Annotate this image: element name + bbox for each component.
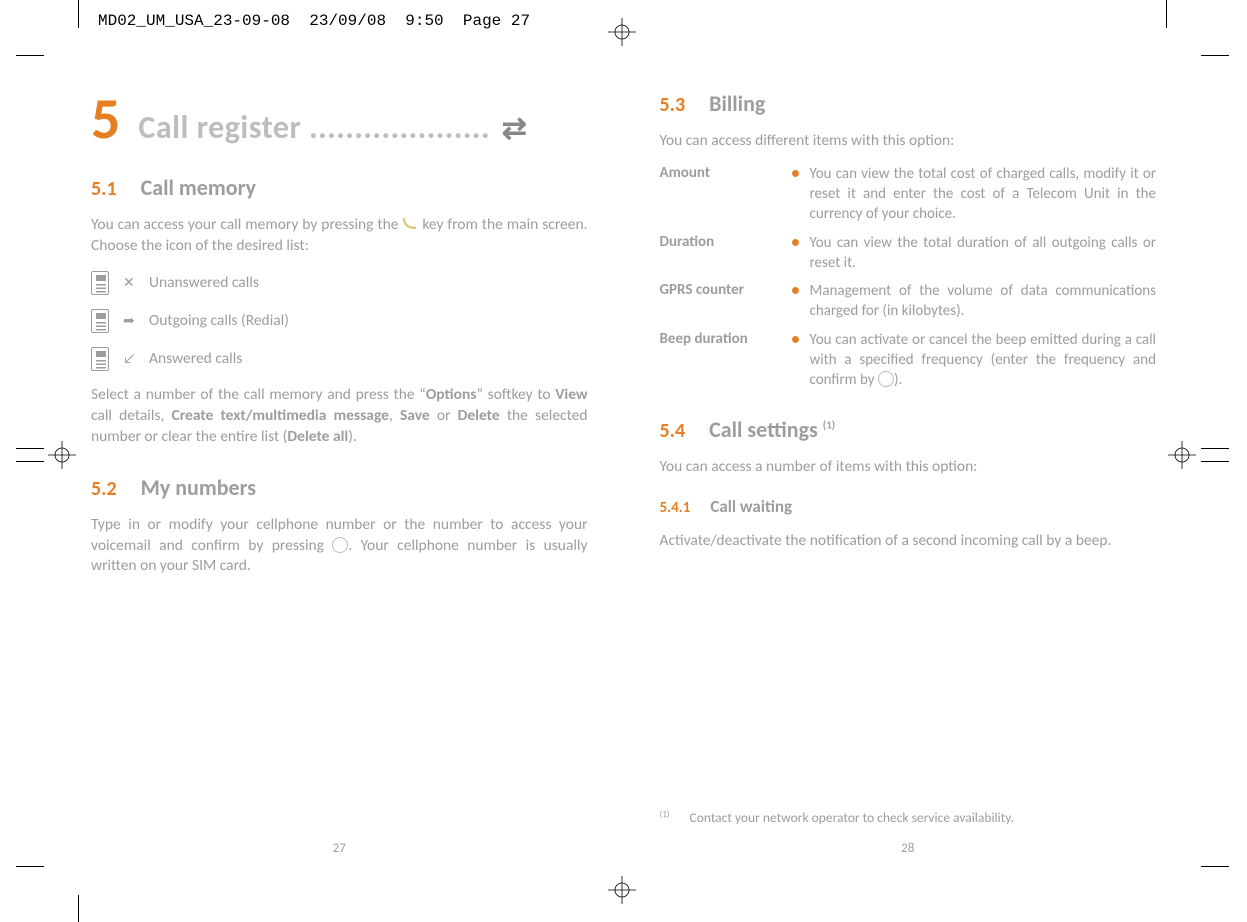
registration-mark-icon xyxy=(608,18,636,46)
text-fragment: , xyxy=(389,406,400,425)
bold-text: Options xyxy=(426,385,477,404)
chapter-title-text: Call register .................... xyxy=(138,108,490,147)
registration-mark-icon xyxy=(608,876,636,904)
definition-list: Amount • You can view the total cost of … xyxy=(660,164,1157,391)
ok-key-icon xyxy=(878,371,894,387)
crop-mark xyxy=(78,0,79,28)
subsection-number: 5.4.1 xyxy=(660,499,691,517)
crop-mark xyxy=(16,461,44,462)
dl-amount: Amount • You can view the total cost of … xyxy=(660,164,1157,225)
term: GPRS counter xyxy=(660,281,784,322)
text-fragment: You can activate or cancel the beep emit… xyxy=(810,331,1157,390)
section-number: 5.1 xyxy=(91,177,117,201)
body-text: You can access your call memory by press… xyxy=(91,215,588,257)
bold-text: Create text/multimedia message xyxy=(172,406,389,425)
body-text: You can access a number of items with th… xyxy=(660,457,1157,478)
bullet-icon: • xyxy=(792,281,802,322)
footnote-ref: (1) xyxy=(823,419,835,432)
definition: You can view the total cost of charged c… xyxy=(810,164,1157,225)
page-spread: 5 Call register .................... ⇄ 5… xyxy=(85,86,1162,862)
text-fragment: or xyxy=(430,406,458,425)
dl-gprs: GPRS counter • Management of the volume … xyxy=(660,281,1157,322)
text-fragment: call details, xyxy=(91,406,172,425)
body-text: You can access different items with this… xyxy=(660,131,1157,152)
outgoing-arrow-icon: ➦ xyxy=(123,312,135,329)
section-5-2: 5.2 My numbers xyxy=(91,474,588,501)
text-fragment: ” softkey to xyxy=(476,385,555,404)
section-title: Call settings (1) xyxy=(709,416,835,443)
text-fragment: ). xyxy=(894,371,902,389)
text-fragment: ). xyxy=(348,427,357,446)
list-label: Outgoing calls (Redial) xyxy=(149,311,289,330)
section-5-4: 5.4 Call settings (1) xyxy=(660,416,1157,443)
list-label: Answered calls xyxy=(149,349,242,368)
list-item-outgoing: ➦ Outgoing calls (Redial) xyxy=(91,309,588,333)
body-text: Activate/deactivate the notification of … xyxy=(660,531,1157,552)
ok-key-icon xyxy=(332,537,348,553)
incoming-arrow-icon: ↙ xyxy=(123,350,135,367)
page-right: 5.3 Billing You can access different ite… xyxy=(654,86,1163,862)
bold-text: Save xyxy=(400,406,430,425)
crop-mark xyxy=(1166,0,1167,28)
phone-icon xyxy=(91,271,109,295)
crop-mark xyxy=(1201,448,1229,449)
crop-mark xyxy=(78,895,79,922)
body-text: Type in or modify your cellphone number … xyxy=(91,515,588,578)
bold-text: Delete xyxy=(458,406,500,425)
section-number: 5.4 xyxy=(660,419,686,443)
crop-mark xyxy=(1201,55,1229,56)
footnote-text: Contact your network operator to check s… xyxy=(690,809,1014,826)
text-fragment: You can access your call memory by press… xyxy=(91,215,402,234)
bullet-icon: • xyxy=(792,233,802,274)
bold-text: Delete all xyxy=(287,427,348,446)
bullet-icon: • xyxy=(792,330,802,391)
dl-beep: Beep duration • You can activate or canc… xyxy=(660,330,1157,391)
term: Beep duration xyxy=(660,330,784,391)
definition: You can view the total duration of all o… xyxy=(810,233,1157,274)
swap-arrows-icon: ⇄ xyxy=(502,110,528,147)
print-slug: MD02_UM_USA_23-09-08 23/09/08 9:50 Page … xyxy=(98,12,530,30)
list-item-answered: ↙ Answered calls xyxy=(91,347,588,371)
softkey-icon xyxy=(402,215,418,231)
definition: Management of the volume of data communi… xyxy=(810,281,1157,322)
phone-icon xyxy=(91,347,109,371)
missed-icon: ✕ xyxy=(123,274,135,291)
subsection-title: Call waiting xyxy=(710,496,792,517)
registration-mark-icon xyxy=(48,441,76,469)
section-number: 5.2 xyxy=(91,477,117,501)
bold-text: View xyxy=(555,385,587,404)
crop-mark xyxy=(1201,866,1229,867)
section-5-3: 5.3 Billing xyxy=(660,90,1157,117)
bullet-icon: • xyxy=(792,164,802,225)
crop-mark xyxy=(16,448,44,449)
footnote-marker: (1) xyxy=(660,809,670,826)
section-title: Billing xyxy=(709,90,765,117)
term: Duration xyxy=(660,233,784,274)
section-number: 5.3 xyxy=(660,93,686,117)
chapter-heading: 5 Call register .................... ⇄ xyxy=(91,90,588,148)
footnote: (1) Contact your network operator to che… xyxy=(660,809,1157,826)
registration-mark-icon xyxy=(1168,441,1196,469)
dl-duration: Duration • You can view the total durati… xyxy=(660,233,1157,274)
subsection-5-4-1: 5.4.1 Call waiting xyxy=(660,496,1157,517)
section-title: My numbers xyxy=(141,474,256,501)
chapter-title: Call register .................... ⇄ xyxy=(138,108,527,147)
crop-mark xyxy=(16,866,44,867)
text-fragment: Call settings xyxy=(709,416,823,443)
term: Amount xyxy=(660,164,784,225)
definition: You can activate or cancel the beep emit… xyxy=(810,330,1157,391)
section-5-1: 5.1 Call memory xyxy=(91,174,588,201)
page-number: 28 xyxy=(654,841,1163,856)
section-title: Call memory xyxy=(141,174,256,201)
crop-mark xyxy=(1201,461,1229,462)
body-text: Select a number of the call memory and p… xyxy=(91,385,588,448)
phone-icon xyxy=(91,309,109,333)
text-fragment: Select a number of the call memory and p… xyxy=(91,385,426,404)
page-number: 27 xyxy=(85,841,594,856)
crop-mark xyxy=(16,55,44,56)
chapter-number: 5 xyxy=(91,90,120,148)
list-item-unanswered: ✕ Unanswered calls xyxy=(91,271,588,295)
list-label: Unanswered calls xyxy=(149,273,259,292)
page-left: 5 Call register .................... ⇄ 5… xyxy=(85,86,594,862)
